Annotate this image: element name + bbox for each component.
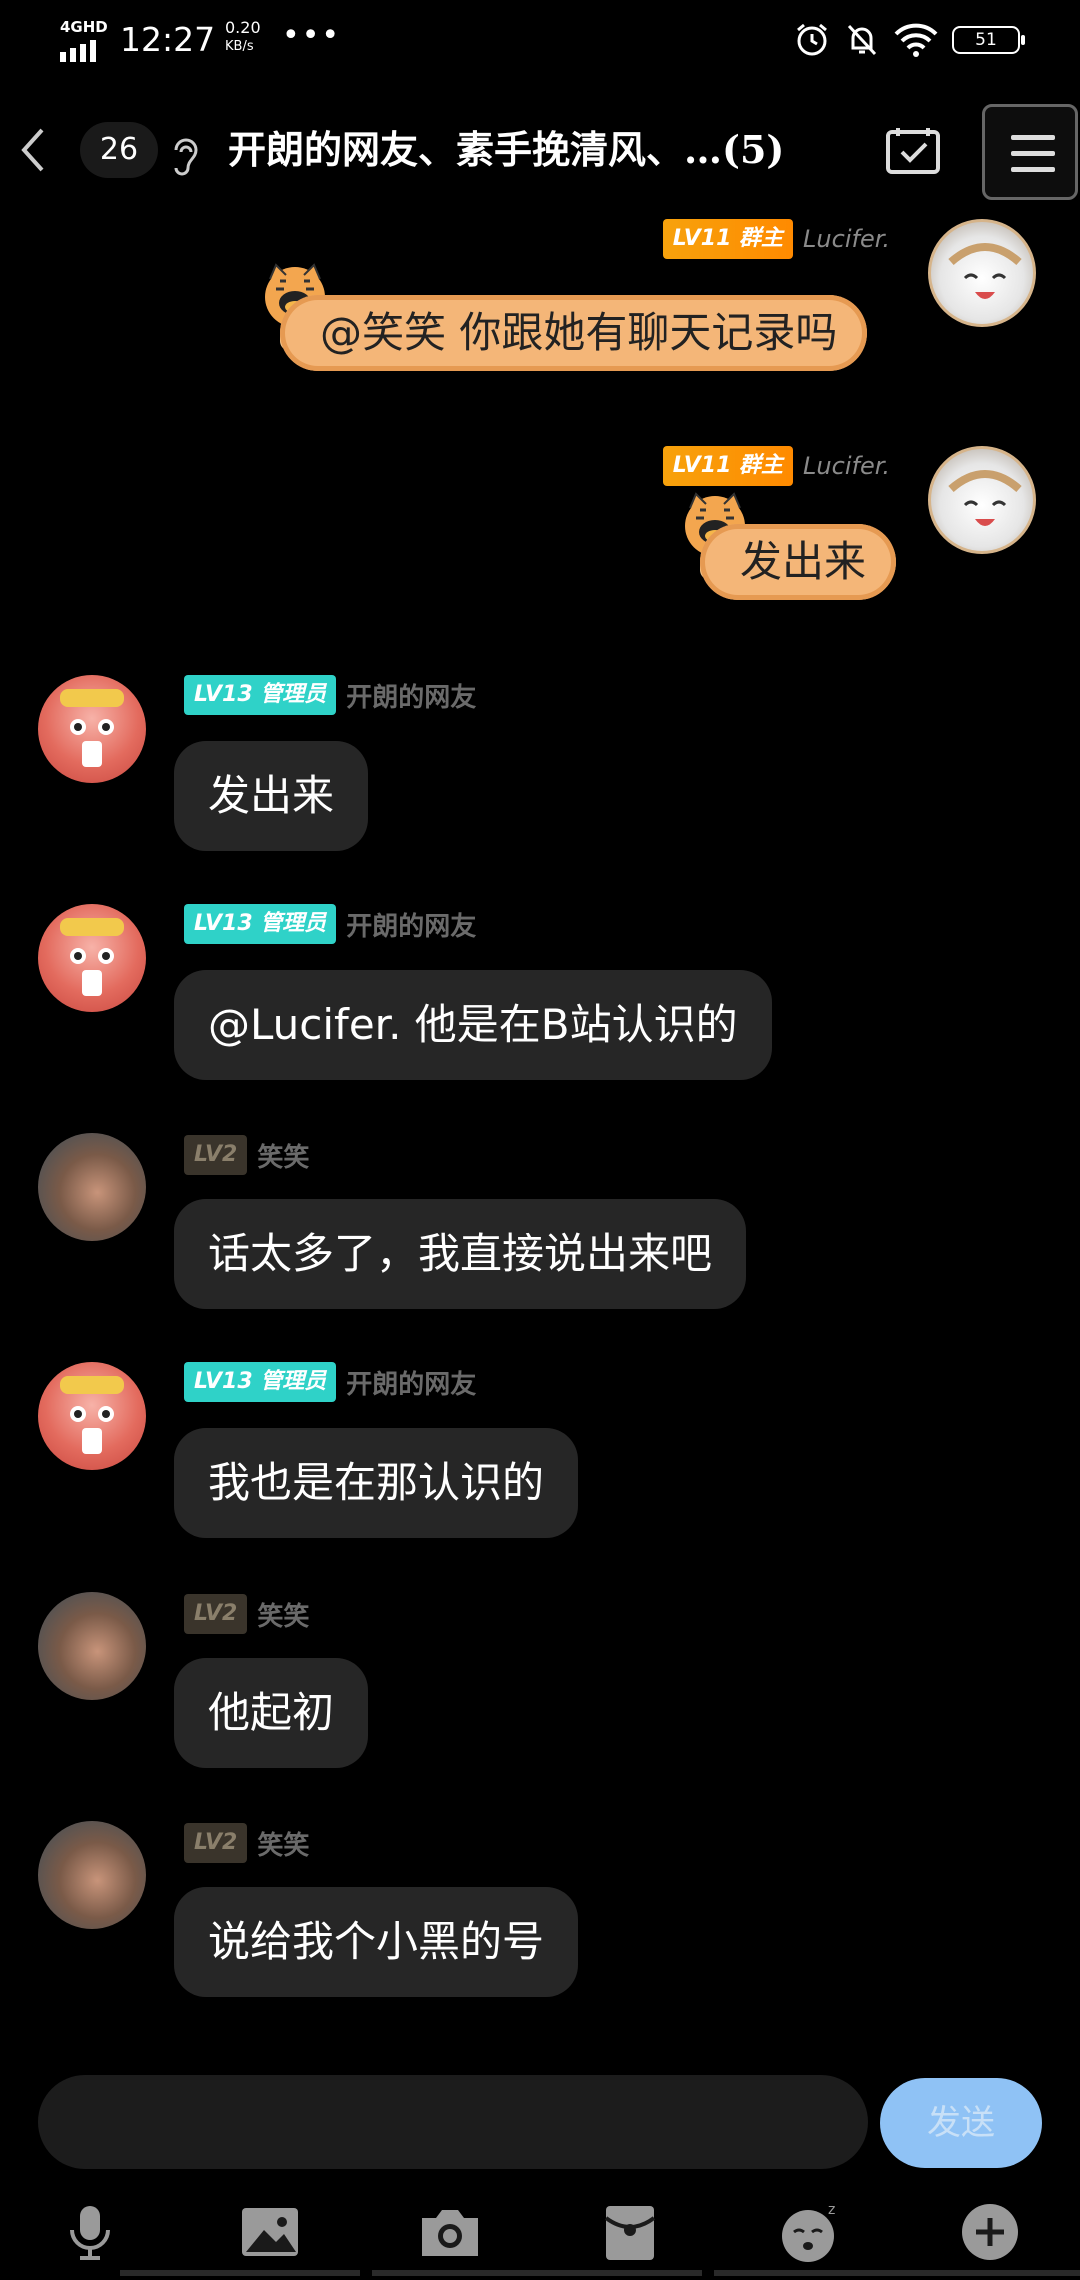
level-badge: LV13 管理员 <box>184 904 337 944</box>
more-dots: ••• <box>282 18 342 53</box>
message-bubble[interactable]: 他起初 <box>174 1658 369 1768</box>
avatar[interactable] <box>928 446 1036 554</box>
avatar[interactable] <box>38 675 146 783</box>
sender-nick[interactable]: 笑笑 <box>257 1596 309 1633</box>
avatar[interactable] <box>38 1362 146 1470</box>
sender-tag: LV2 笑笑 <box>184 1135 309 1175</box>
message-item: LV2 笑笑 他起初 <box>0 1592 1080 1772</box>
anime-face-icon <box>948 243 1022 299</box>
status-bar: 4GHD 12:27 0.20 KB/s ••• 51 <box>0 0 1080 80</box>
network-type: 4GHD <box>60 18 108 36</box>
sender-tag: LV11 群主 Lucifer. <box>662 219 890 259</box>
red-packet-icon[interactable] <box>598 2200 662 2264</box>
level-badge: LV13 管理员 <box>184 1362 337 1402</box>
calendar-check-icon[interactable] <box>884 126 942 176</box>
sender-tag: LV13 管理员 开朗的网友 <box>184 1362 476 1402</box>
wifi-icon <box>894 23 938 57</box>
message-item: LV13 管理员 开朗的网友 发出来 <box>0 675 1080 855</box>
net-speed-value: 0.20 <box>225 18 261 37</box>
sender-nick[interactable]: 开朗的网友 <box>346 677 476 714</box>
avatar[interactable] <box>928 219 1036 327</box>
level-badge: LV2 <box>184 1135 248 1175</box>
red-character-icon <box>60 918 124 996</box>
camera-icon[interactable] <box>418 2200 482 2264</box>
svg-text:z: z <box>828 2202 835 2218</box>
menu-icon[interactable] <box>982 104 1078 200</box>
mute-bell-icon <box>847 24 877 56</box>
sender-nick[interactable]: 笑笑 <box>257 1137 309 1174</box>
toolbar-indicator <box>120 2270 1080 2280</box>
avatar[interactable] <box>38 1133 146 1241</box>
message-item: LV13 管理员 开朗的网友 @Lucifer. 他是在B站认识的 <box>0 904 1080 1084</box>
message-bubble[interactable]: 发出来 <box>174 741 369 851</box>
message-bubble[interactable]: @笑笑 你跟她有聊天记录吗 <box>280 295 868 371</box>
sender-nick[interactable]: 笑笑 <box>257 1825 309 1862</box>
message-bubble[interactable]: 说给我个小黑的号 <box>174 1887 579 1997</box>
sender-tag: LV13 管理员 开朗的网友 <box>184 904 476 944</box>
message-item: LV11 群主 Lucifer. 发出来 <box>0 442 1080 612</box>
status-icons: 51 <box>794 22 1025 58</box>
net-speed-unit: KB/s <box>225 39 254 54</box>
message-item: LV11 群主 Lucifer. @笑笑 你跟她有聊天记录吗 <box>0 215 1080 375</box>
anime-face-icon <box>948 470 1022 526</box>
sender-tag: LV2 笑笑 <box>184 1594 309 1634</box>
back-arrow-icon[interactable] <box>14 122 54 178</box>
chat-title[interactable]: 开朗的网友、素手挽清风、…(5) <box>228 122 868 178</box>
input-toolbar: z <box>0 2180 1080 2280</box>
level-badge: LV11 群主 <box>662 446 794 486</box>
chat-header: 26 开朗的网友、素手挽清风、…(5) <box>0 100 1080 200</box>
ear-icon[interactable] <box>168 136 202 176</box>
message-item: LV2 笑笑 说给我个小黑的号 <box>0 1821 1080 2001</box>
sender-tag: LV2 笑笑 <box>184 1823 309 1863</box>
net-speed: 0.20 KB/s <box>225 18 261 56</box>
sender-tag: LV11 群主 Lucifer. <box>662 446 890 486</box>
plus-icon[interactable] <box>958 2200 1022 2264</box>
microphone-icon[interactable] <box>58 2200 122 2264</box>
red-character-icon <box>60 1376 124 1454</box>
avatar[interactable] <box>38 1592 146 1700</box>
avatar[interactable] <box>38 1821 146 1929</box>
sender-nick[interactable]: Lucifer. <box>803 452 890 480</box>
sender-nick[interactable]: 开朗的网友 <box>346 1364 476 1401</box>
message-bubble[interactable]: 我也是在那认识的 <box>174 1428 579 1538</box>
level-badge: LV2 <box>184 1594 248 1634</box>
alarm-icon <box>797 23 827 56</box>
clock: 12:27 <box>120 20 216 59</box>
message-item: LV13 管理员 开朗的网友 我也是在那认识的 <box>0 1362 1080 1542</box>
send-button[interactable]: 发送 <box>880 2078 1042 2168</box>
message-bubble[interactable]: 话太多了，我直接说出来吧 <box>174 1199 747 1309</box>
unread-count-badge[interactable]: 26 <box>80 122 158 178</box>
level-badge: LV2 <box>184 1823 248 1863</box>
avatar[interactable] <box>38 904 146 1012</box>
battery-icon: 51 <box>952 26 1025 54</box>
signal-icon <box>60 40 96 62</box>
sender-tag: LV13 管理员 开朗的网友 <box>184 675 476 715</box>
emoji-icon[interactable]: z <box>778 2200 842 2264</box>
message-bubble[interactable]: @Lucifer. 他是在B站认识的 <box>174 970 772 1080</box>
message-input[interactable] <box>38 2075 868 2169</box>
level-badge: LV11 群主 <box>662 219 794 259</box>
image-icon[interactable] <box>238 2200 302 2264</box>
level-badge: LV13 管理员 <box>184 675 337 715</box>
message-bubble[interactable]: 发出来 <box>700 524 897 600</box>
sender-nick[interactable]: Lucifer. <box>803 225 890 253</box>
sender-nick[interactable]: 开朗的网友 <box>346 906 476 943</box>
red-character-icon <box>60 689 124 767</box>
message-item: LV2 笑笑 话太多了，我直接说出来吧 <box>0 1133 1080 1313</box>
